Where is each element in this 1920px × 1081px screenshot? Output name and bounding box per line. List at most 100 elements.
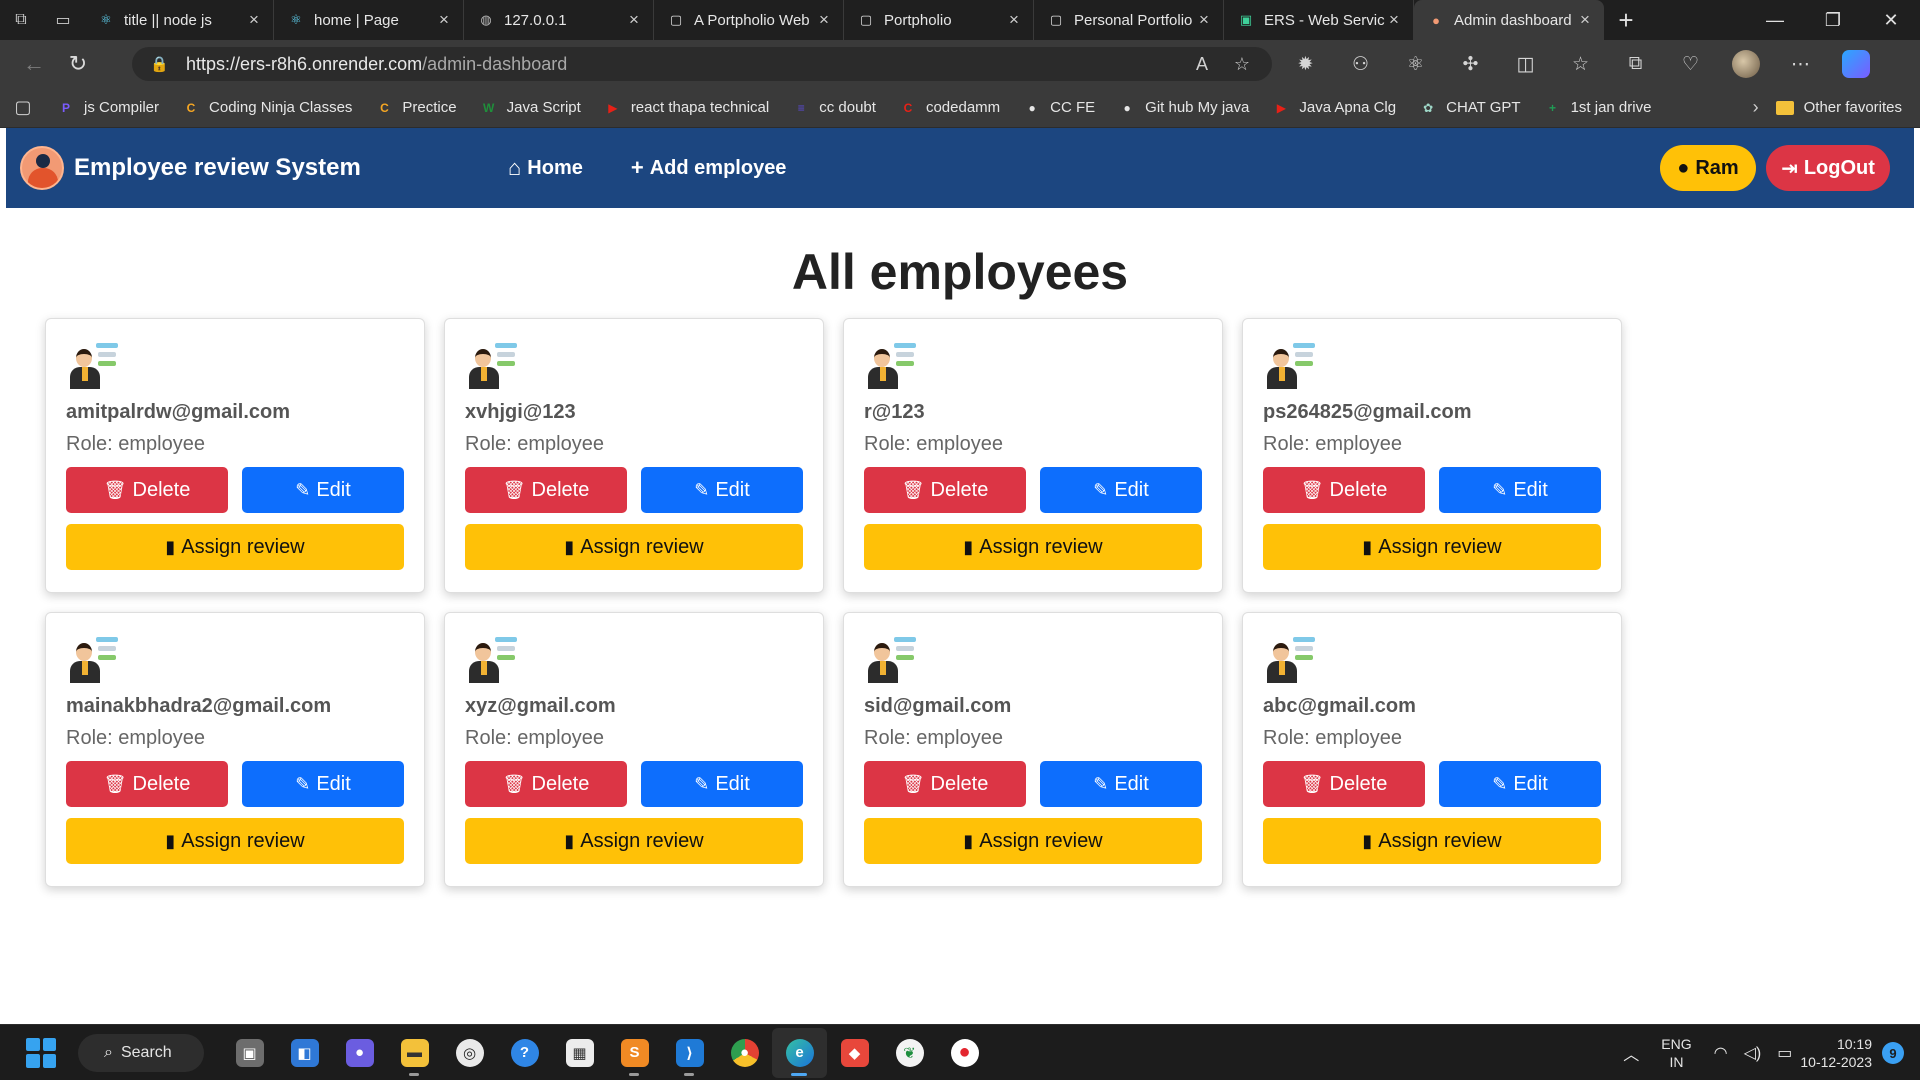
assign-review-button[interactable]: ▮ Assign review [864,524,1202,570]
bookmark-item[interactable]: ≡ cc doubt [781,88,888,128]
favorite-star-icon[interactable]: ☆ [1222,54,1262,75]
assign-review-button[interactable]: ▮ Assign review [864,818,1202,864]
browser-tab[interactable]: ◍ 127.0.0.1 × [464,0,654,40]
browser-tab[interactable]: ▢ Portpholio × [844,0,1034,40]
edit-button[interactable]: ✎ Edit [242,761,404,807]
chrome-icon[interactable]: ● [717,1028,772,1078]
teams-chat-icon[interactable]: ● [332,1028,387,1078]
bookmark-item[interactable]: ▶ Java Apna Clg [1261,88,1408,128]
read-aloud-icon[interactable]: A [1182,54,1222,75]
edit-button[interactable]: ✎ Edit [1439,761,1601,807]
edit-button[interactable]: ✎ Edit [1439,467,1601,513]
react-devtools-icon[interactable]: ⚛ [1388,44,1443,84]
bookmark-item[interactable]: C Prectice [364,88,468,128]
back-icon[interactable]: ← [12,44,56,84]
delete-button[interactable]: 🗑 Delete [1263,467,1425,513]
bookmark-item[interactable]: ✿ CHAT GPT [1408,88,1532,128]
bookmark-item[interactable]: Ccodedamm [888,88,1012,128]
close-window-icon[interactable]: ✕ [1862,0,1920,40]
help-icon[interactable]: ? [497,1028,552,1078]
brand[interactable]: Employee review System [20,146,361,190]
tab-actions-icon[interactable]: ▭ [42,0,84,40]
delete-button[interactable]: 🗑 Delete [465,761,627,807]
widgets-icon[interactable]: ◧ [277,1028,332,1078]
anydesk-icon[interactable]: ◆ [827,1028,882,1078]
browser-tab[interactable]: ● Admin dashboard × [1414,0,1604,40]
edit-button[interactable]: ✎ Edit [641,467,803,513]
logout-button[interactable]: ⇥ LogOut [1766,145,1890,191]
volume-icon[interactable]: ◁) [1744,1043,1762,1063]
close-icon[interactable]: × [435,10,453,30]
edit-button[interactable]: ✎ Edit [242,467,404,513]
browser-tab[interactable]: ▢ A Portpholio Web × [654,0,844,40]
extensions-puzzle-icon[interactable]: ✣ [1443,44,1498,84]
bookmark-item[interactable]: ▶ react thapa technical [593,88,781,128]
chevron-up-icon[interactable]: ︿ [1623,1041,1639,1065]
assign-review-button[interactable]: ▮ Assign review [66,818,404,864]
close-icon[interactable]: × [1005,10,1023,30]
wifi-icon[interactable]: ◠ [1714,1043,1728,1063]
extension-icon[interactable]: ✹ [1278,44,1333,84]
delete-button[interactable]: 🗑 Delete [66,467,228,513]
bookmark-item[interactable]: ● CC FE [1012,88,1107,128]
settings-more-icon[interactable]: ⋯ [1773,44,1828,84]
workspaces-icon[interactable]: ⧉ [0,0,42,40]
refresh-icon[interactable]: ↻ [56,44,100,84]
bookmark-item[interactable]: W Java Script [469,88,593,128]
nav-home-link[interactable]: ⌂ Home [508,155,583,181]
browser-tab[interactable]: ⚛ title || node js × [84,0,274,40]
delete-button[interactable]: 🗑 Delete [465,467,627,513]
close-icon[interactable]: × [625,10,643,30]
new-tab-button[interactable]: + [1604,0,1648,40]
profile-avatar[interactable] [1718,44,1773,84]
delete-button[interactable]: 🗑 Delete [66,761,228,807]
clock[interactable]: 10:19 10-12-2023 [1800,1035,1872,1071]
browser-tab[interactable]: ⚛ home | Page × [274,0,464,40]
battery-icon[interactable]: ▭ [1777,1043,1792,1063]
extension-icon[interactable]: ⚇ [1333,44,1388,84]
taskbar-search[interactable]: ⌕ Search [78,1033,204,1072]
user-button[interactable]: ● Ram [1660,145,1756,191]
close-icon[interactable]: × [1576,10,1594,30]
assign-review-button[interactable]: ▮ Assign review [465,818,803,864]
edit-button[interactable]: ✎ Edit [641,761,803,807]
file-explorer-icon[interactable]: ▬ [387,1028,442,1078]
delete-button[interactable]: 🗑 Delete [864,467,1026,513]
collections-icon[interactable]: ⧉ [1608,44,1663,84]
edit-button[interactable]: ✎ Edit [1040,761,1202,807]
chevron-right-icon[interactable]: › [1736,97,1776,118]
store-icon[interactable]: ▦ [552,1028,607,1078]
address-bar[interactable]: 🔒 https://ers-r8h6.onrender.com/admin-da… [132,47,1272,81]
assign-review-button[interactable]: ▮ Assign review [1263,818,1601,864]
vscode-icon[interactable]: ⟩ [662,1028,717,1078]
delete-button[interactable]: 🗑 Delete [1263,761,1425,807]
mongodb-compass-icon[interactable]: ❦ [882,1028,937,1078]
close-icon[interactable]: × [1385,10,1403,30]
assign-review-button[interactable]: ▮ Assign review [1263,524,1601,570]
nav-add-employee-link[interactable]: + Add employee [631,155,787,181]
bookmark-item[interactable]: +1st jan drive [1533,88,1664,128]
language-indicator[interactable]: ENG IN [1661,1035,1691,1071]
bookmark-item[interactable]: C Coding Ninja Classes [171,88,364,128]
screen-recorder-icon[interactable]: ● [937,1028,992,1078]
favorites-icon[interactable]: ☆ [1553,44,1608,84]
delete-button[interactable]: 🗑 Delete [864,761,1026,807]
close-icon[interactable]: × [815,10,833,30]
edge-icon[interactable]: e [772,1027,827,1078]
browser-tab[interactable]: ▣ ERS - Web Service × [1224,0,1414,40]
edit-button[interactable]: ✎ Edit [1040,467,1202,513]
copilot-icon[interactable] [1828,44,1883,84]
assign-review-button[interactable]: ▮ Assign review [465,524,803,570]
assign-review-button[interactable]: ▮ Assign review [66,524,404,570]
other-favorites[interactable]: Other favorites [1775,99,1920,116]
split-screen-icon[interactable]: ◫ [1498,44,1553,84]
github-desktop-icon[interactable]: ◎ [442,1028,497,1078]
sublime-text-icon[interactable]: S [607,1028,662,1078]
minimize-icon[interactable]: — [1746,0,1804,40]
bookmark-item[interactable]: ● Git hub My java [1107,88,1261,128]
restore-icon[interactable]: ❐ [1804,0,1862,40]
bookmark-item[interactable]: Pjs Compiler [46,88,171,128]
close-icon[interactable]: × [245,10,263,30]
page-icon[interactable]: ▢ [0,88,46,128]
notification-badge[interactable]: 9 [1882,1042,1904,1064]
